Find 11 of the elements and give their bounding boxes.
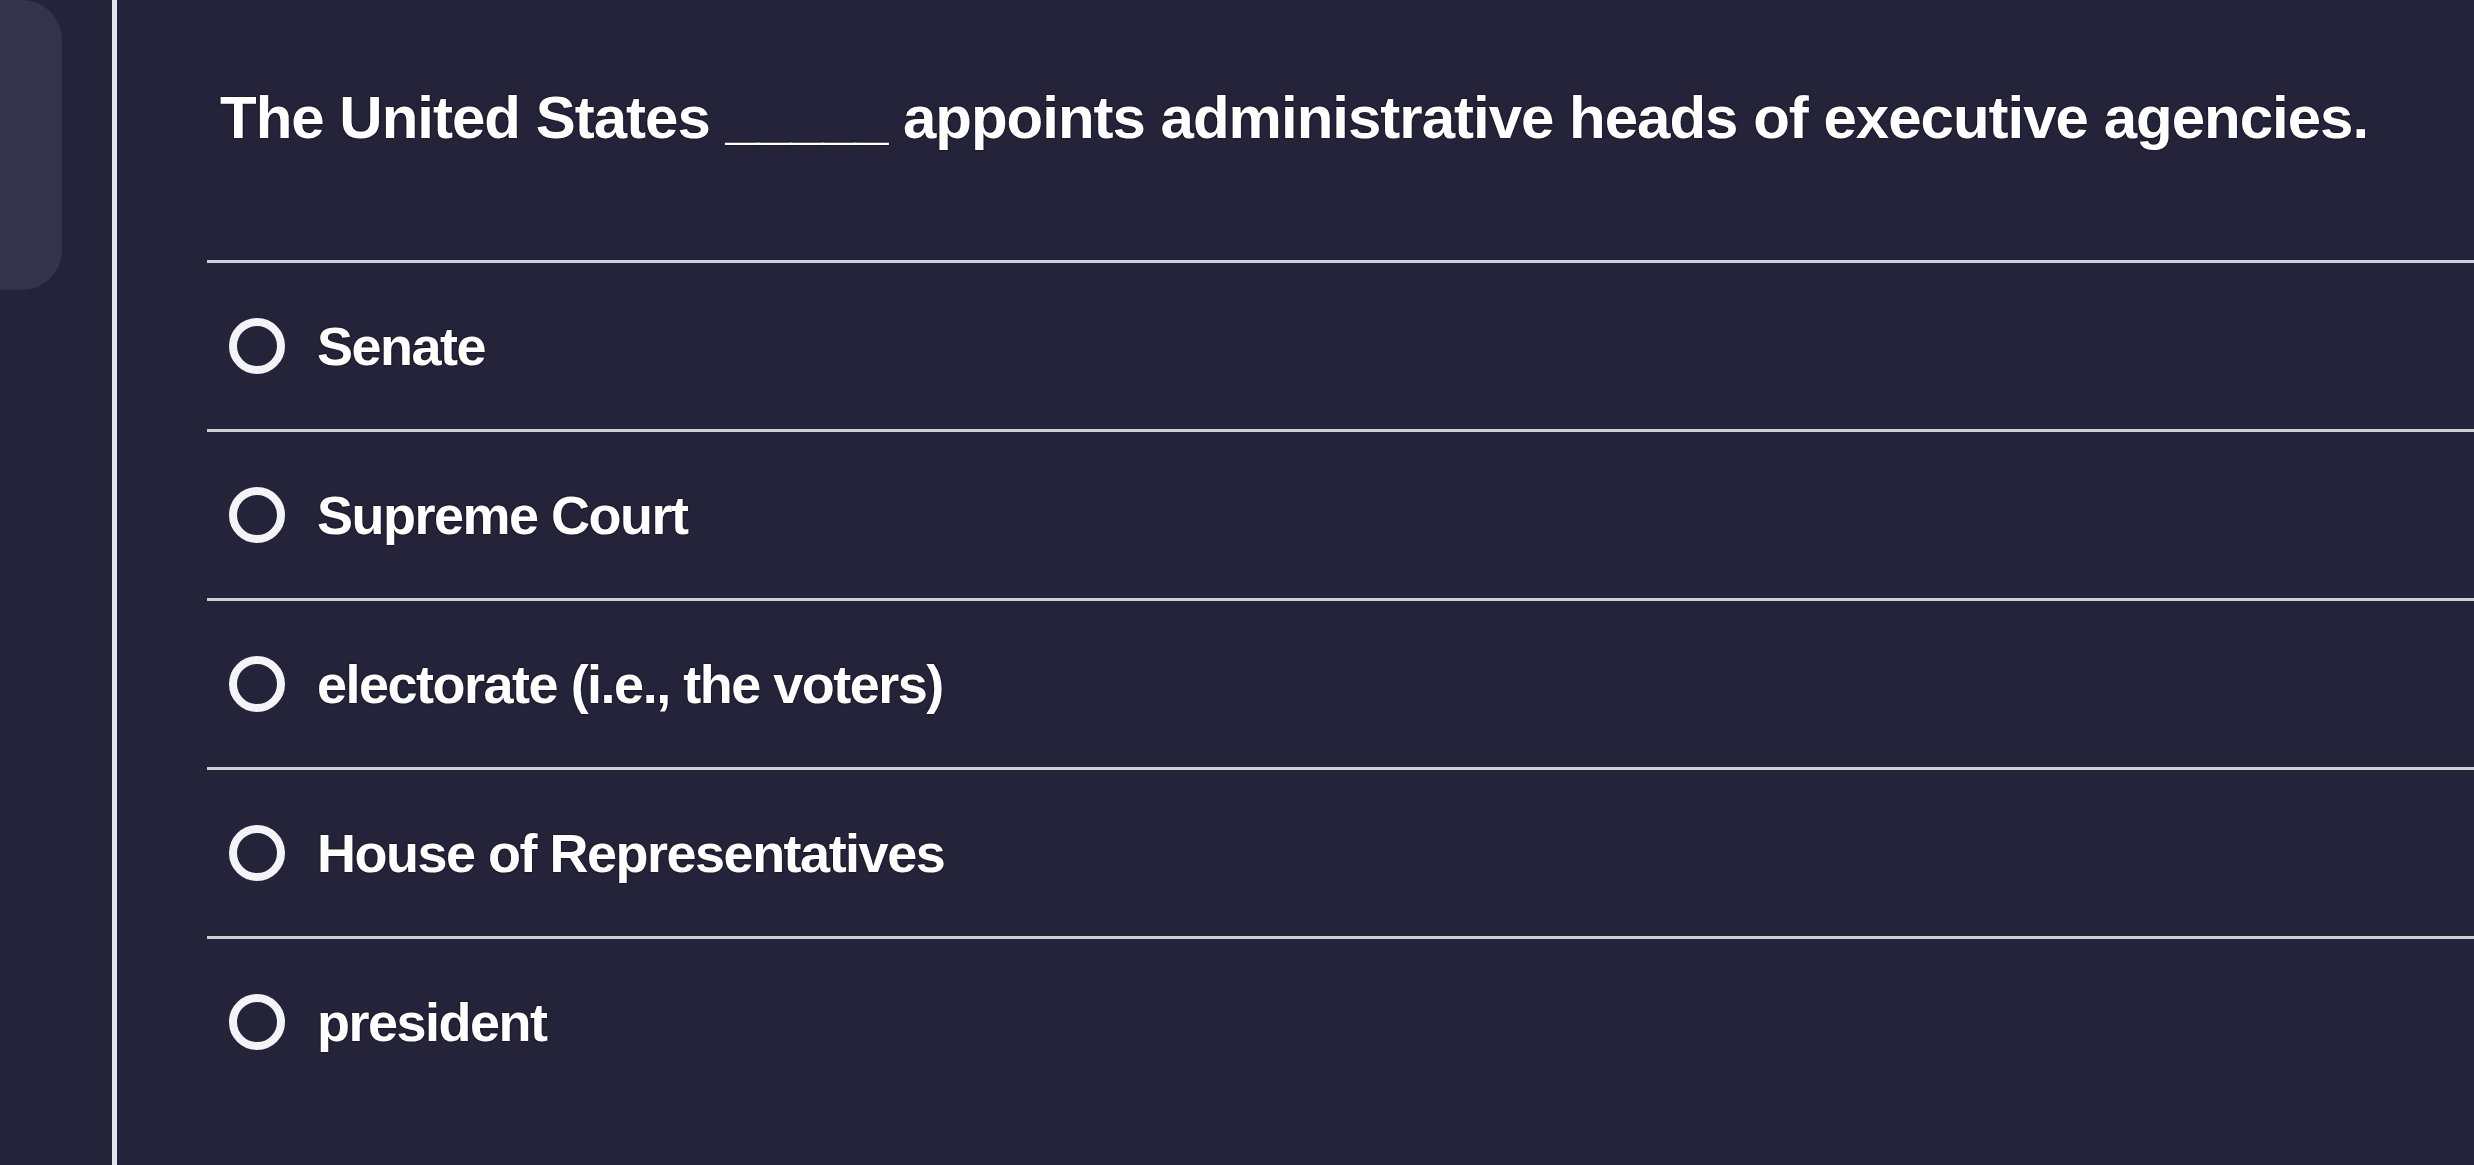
radio-button[interactable] [229, 487, 285, 543]
radio-button[interactable] [229, 825, 285, 881]
radio-button[interactable] [229, 994, 285, 1050]
option-label[interactable]: House of Representatives [317, 820, 945, 886]
option-label[interactable]: Supreme Court [317, 482, 688, 548]
question-text: The United States _____ appoints administrative heads of executive agencies. [220, 83, 2370, 153]
option-label[interactable]: president [317, 989, 547, 1055]
radio-button[interactable] [229, 318, 285, 374]
option-label[interactable]: Senate [317, 313, 486, 379]
radio-button[interactable] [229, 656, 285, 712]
option-label[interactable]: electorate (i.e., the voters) [317, 651, 943, 717]
